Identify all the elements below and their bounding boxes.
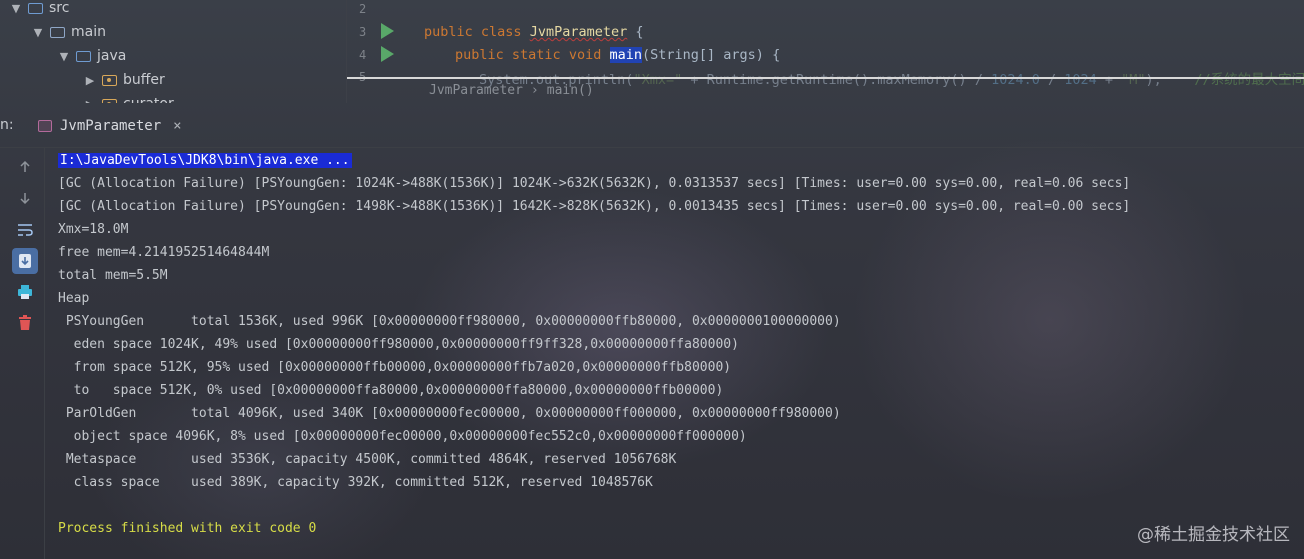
down-arrow-icon[interactable] [12, 185, 38, 211]
keyword: public [424, 24, 473, 40]
chevron-down-icon[interactable]: ▼ [10, 2, 22, 15]
tree-item-label: curator [123, 96, 174, 103]
tree-item-label: main [71, 24, 106, 40]
tab-label: JvmParameter [60, 118, 162, 134]
breadcrumb-chevron: › [530, 83, 539, 98]
source-folder-icon [76, 50, 91, 62]
keyword: class [480, 24, 522, 40]
chevron-down-icon[interactable]: ▼ [58, 50, 70, 63]
tree-item-src[interactable]: ▼ src [10, 0, 70, 19]
params: (String[] args) [642, 47, 764, 63]
tree-item-label: java [97, 48, 127, 64]
up-arrow-icon[interactable] [12, 154, 38, 180]
console-line: Metaspace used 3536K, capacity 4500K, co… [58, 452, 677, 467]
code-line-3: public class JvmParameter { [424, 24, 644, 40]
keyword: public [455, 47, 504, 63]
breadcrumb-separator [347, 77, 1304, 79]
breadcrumb-class[interactable]: JvmParameter [429, 83, 523, 98]
console-line: PSYoungGen total 1536K, used 996K [0x000… [58, 314, 841, 329]
soft-wrap-icon[interactable] [12, 217, 38, 243]
print-icon[interactable] [12, 279, 38, 305]
console-line: free mem=4.214195251464844M [58, 245, 270, 260]
folder-icon [28, 2, 43, 14]
console-line: eden space 1024K, 49% used [0x00000000ff… [58, 337, 739, 352]
console-line: to space 512K, 0% used [0x00000000ffa800… [58, 383, 724, 398]
console-command-line[interactable]: I:\JavaDevTools\JDK8\bin\java.exe ... [58, 153, 352, 173]
console-line: class space used 389K, capacity 392K, co… [58, 475, 653, 490]
console-line: total mem=5.5M [58, 268, 168, 283]
brace: { [635, 24, 644, 40]
run-class-icon[interactable] [381, 23, 394, 39]
run-panel-label: n: [0, 117, 14, 133]
console-line: ParOldGen total 4096K, used 340K [0x0000… [58, 406, 841, 421]
breadcrumb: JvmParameter › main() [429, 83, 594, 98]
string-literal: "M" [1121, 72, 1146, 88]
tree-item-buffer[interactable]: ▶ buffer [84, 69, 165, 91]
run-main-icon[interactable] [381, 46, 394, 62]
brace: { [772, 47, 781, 63]
code-editor[interactable]: 2 3 4 5 public class JvmParameter { publ… [347, 0, 1304, 103]
run-toolbar [0, 148, 45, 559]
code-text: ); [1145, 72, 1162, 88]
run-config-icon [38, 120, 52, 132]
tree-item-java[interactable]: ▼ java [58, 45, 127, 67]
code-text: + Runtime.getRuntime().maxMemory() / [682, 72, 992, 88]
code-line-4: public static void main(String[] args) { [455, 47, 780, 63]
line-number: 3 [359, 25, 367, 39]
console-line: [GC (Allocation Failure) [PSYoungGen: 14… [58, 199, 1131, 214]
console-line: from space 512K, 95% used [0x00000000ffb… [58, 360, 732, 375]
tree-item-label: buffer [123, 72, 165, 88]
tab-jvmparameter[interactable]: JvmParameter × [38, 113, 182, 139]
close-icon[interactable]: × [173, 118, 181, 134]
string-literal: "Xmx=" [633, 72, 683, 88]
project-tree: ▼ src ▼ main ▼ java ▶ buffer ▶ curator [0, 0, 346, 103]
console-line: Heap [58, 291, 90, 306]
tree-item-label: src [49, 0, 70, 16]
folder-icon [50, 26, 65, 38]
line-number: 2 [359, 2, 367, 16]
console-line: object space 4096K, 8% used [0x00000000f… [58, 429, 747, 444]
java-command-link[interactable]: I:\JavaDevTools\JDK8\bin\java.exe ... [58, 153, 352, 168]
number-literal: 1024 [1064, 72, 1097, 88]
chevron-right-icon[interactable]: ▶ [84, 74, 96, 87]
console-line: Xmx=18.0M [58, 222, 129, 237]
chevron-down-icon[interactable]: ▼ [32, 26, 44, 39]
keyword: static [511, 47, 561, 63]
keyword: void [568, 47, 602, 63]
tree-item-main[interactable]: ▼ main [32, 21, 106, 43]
class-name: JvmParameter [529, 24, 628, 40]
trash-icon[interactable] [12, 310, 38, 336]
number-literal: 1024.0 [991, 72, 1040, 88]
process-exit-message: Process finished with exit code 0 [58, 521, 317, 536]
console-output[interactable]: I:\JavaDevTools\JDK8\bin\java.exe ... [G… [58, 152, 1304, 559]
tree-item-curator[interactable]: ▶ curator [84, 93, 174, 103]
console-line: [GC (Allocation Failure) [PSYoungGen: 10… [58, 176, 1131, 191]
code-comment: //系统的最大空间 [1194, 72, 1304, 88]
package-icon [102, 74, 117, 86]
run-tool-window-header: n: JvmParameter × [0, 103, 1304, 148]
code-text: / [1039, 72, 1065, 88]
watermark: @稀土掘金技术社区 [1137, 525, 1290, 545]
code-text: + [1096, 72, 1122, 88]
breadcrumb-method[interactable]: main() [547, 83, 594, 98]
line-number: 4 [359, 48, 367, 62]
scroll-to-end-icon[interactable] [12, 248, 38, 274]
selected-method-name: main [609, 47, 643, 63]
